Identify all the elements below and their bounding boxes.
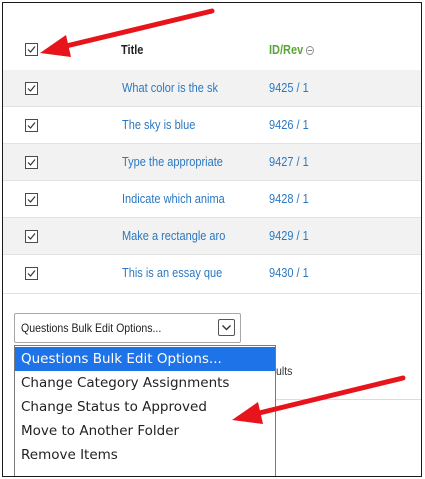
column-header-title[interactable]: Title	[121, 43, 143, 57]
table-row: This is an essay que 9430 / 1	[3, 255, 421, 291]
bulk-edit-dropdown-list: Questions Bulk Edit Options... Change Ca…	[14, 345, 276, 476]
row-title-link[interactable]: What color is the sk	[122, 81, 218, 95]
row-title-link[interactable]: Make a rectangle aro	[122, 229, 225, 243]
question-list-panel: Title ID/Rev What color is the sk 9425 /…	[2, 2, 422, 477]
row-id-rev-link[interactable]: 9428 / 1	[269, 192, 309, 206]
row-checkbox[interactable]	[25, 156, 38, 169]
dropdown-option-change-category[interactable]: Change Category Assignments	[15, 371, 275, 395]
row-title-link[interactable]: This is an essay que	[122, 266, 222, 280]
checkmark-icon	[27, 159, 36, 166]
checkmark-icon	[27, 85, 36, 92]
select-all-checkbox[interactable]	[25, 43, 38, 56]
row-id-rev-link[interactable]: 9429 / 1	[269, 229, 309, 243]
row-id-rev-link[interactable]: 9427 / 1	[269, 155, 309, 169]
chevron-down-icon[interactable]	[218, 319, 235, 336]
row-divider	[3, 293, 421, 294]
table-row: Make a rectangle aro 9429 / 1	[3, 218, 421, 254]
bulk-edit-selected-value: Questions Bulk Edit Options...	[21, 321, 162, 335]
row-id-rev-link[interactable]: 9426 / 1	[269, 118, 309, 132]
row-checkbox[interactable]	[25, 267, 38, 280]
row-title-link[interactable]: The sky is blue	[122, 118, 195, 132]
row-checkbox[interactable]	[25, 230, 38, 243]
bulk-edit-select[interactable]: Questions Bulk Edit Options...	[14, 313, 241, 343]
table-row: Type the appropriate 9427 / 1	[3, 144, 421, 180]
results-label-fragment: ults	[276, 364, 293, 378]
row-title-link[interactable]: Indicate which anima	[122, 192, 225, 206]
table-row: What color is the sk 9425 / 1	[3, 70, 421, 106]
row-id-rev-link[interactable]: 9425 / 1	[269, 81, 309, 95]
column-header-id-rev[interactable]: ID/Rev	[269, 43, 314, 57]
dropdown-option-remove-items[interactable]: Remove Items	[15, 443, 275, 467]
row-checkbox[interactable]	[25, 119, 38, 132]
checkmark-icon	[27, 122, 36, 129]
dropdown-option-bulk-edit[interactable]: Questions Bulk Edit Options...	[15, 347, 275, 371]
table-header: Title ID/Rev	[3, 31, 421, 69]
row-checkbox[interactable]	[25, 82, 38, 95]
table-row: Indicate which anima 9428 / 1	[3, 181, 421, 217]
dropdown-option-move-folder[interactable]: Move to Another Folder	[15, 419, 275, 443]
section-divider	[276, 399, 421, 400]
checkmark-icon	[27, 46, 36, 53]
row-id-rev-link[interactable]: 9430 / 1	[269, 266, 309, 280]
row-checkbox[interactable]	[25, 193, 38, 206]
table-row: The sky is blue 9426 / 1	[3, 107, 421, 143]
checkmark-icon	[27, 270, 36, 277]
checkmark-icon	[27, 233, 36, 240]
dropdown-option-change-status-approved[interactable]: Change Status to Approved	[15, 395, 275, 419]
sort-icon[interactable]	[305, 46, 314, 56]
column-header-id-rev-label: ID/Rev	[269, 43, 304, 57]
row-title-link[interactable]: Type the appropriate	[122, 155, 223, 169]
checkmark-icon	[27, 196, 36, 203]
